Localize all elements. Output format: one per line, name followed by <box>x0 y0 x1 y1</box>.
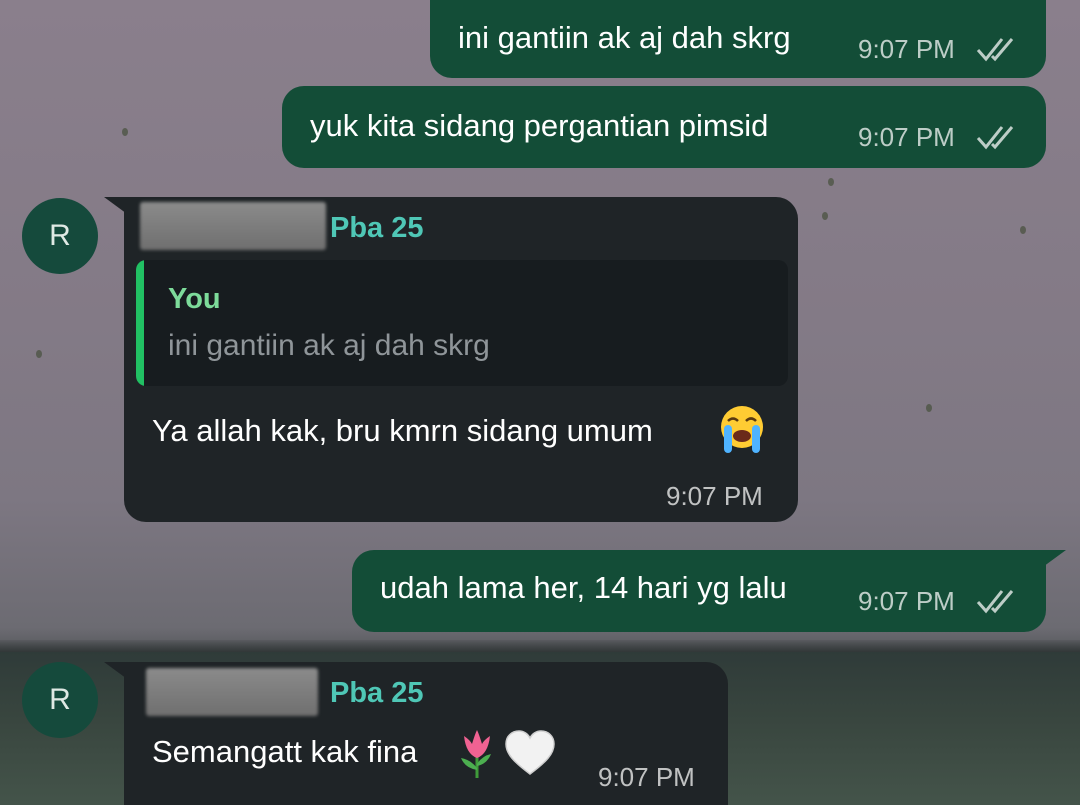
quote-author: You <box>168 283 221 315</box>
message-time: 9:07 PM <box>598 762 695 792</box>
sender-name[interactable]: Pba 25 <box>330 211 424 245</box>
message-time: 9:07 PM <box>858 34 955 64</box>
double-check-icon <box>976 126 1014 150</box>
double-check-icon <box>976 590 1014 614</box>
quote-bar <box>136 260 144 386</box>
wallpaper-horizon <box>0 640 1080 654</box>
wallpaper-speck <box>1020 226 1026 234</box>
loudly-crying-face-emoji <box>721 406 763 453</box>
wallpaper-speck <box>926 404 932 412</box>
quote-text: ini gantiin ak aj dah skrg <box>168 329 490 362</box>
wallpaper-speck <box>822 212 828 220</box>
outgoing-message-bubble[interactable]: ini gantiin ak aj dah skrg 9:07 PM <box>430 0 1046 78</box>
sender-name[interactable]: Pba 25 <box>330 676 424 710</box>
double-check-icon <box>976 38 1014 62</box>
message-text: ini gantiin ak aj dah skrg <box>458 20 791 55</box>
message-text: yuk kita sidang pergantian pimsid <box>310 108 769 143</box>
message-time: 9:07 PM <box>858 586 955 616</box>
incoming-message-bubble[interactable]: Pba 25 You ini gantiin ak aj dah skrg Ya… <box>124 197 798 522</box>
quoted-reply[interactable]: You ini gantiin ak aj dah skrg <box>136 260 788 386</box>
incoming-message-bubble[interactable]: Pba 25 Semangatt kak fina 9:07 PM <box>124 662 728 805</box>
wallpaper-speck <box>828 178 834 186</box>
message-text: Semangatt kak fina <box>152 734 418 769</box>
message-text: udah lama her, 14 hari yg lalu <box>380 570 787 605</box>
outgoing-message-bubble[interactable]: yuk kita sidang pergantian pimsid 9:07 P… <box>282 86 1046 168</box>
message-time: 9:07 PM <box>858 122 955 152</box>
redacted-sender-name <box>146 668 318 716</box>
wallpaper-speck <box>122 128 128 136</box>
message-text: Ya allah kak, bru kmrn sidang umum <box>152 413 653 448</box>
white-heart-emoji <box>505 730 555 775</box>
tulip-emoji <box>461 730 491 778</box>
message-time: 9:07 PM <box>666 481 763 511</box>
wallpaper-speck <box>36 350 42 358</box>
sender-avatar[interactable]: R <box>22 662 98 738</box>
redacted-sender-name <box>140 202 326 250</box>
sender-avatar[interactable]: R <box>22 198 98 274</box>
outgoing-message-bubble[interactable]: udah lama her, 14 hari yg lalu 9:07 PM <box>352 550 1046 632</box>
